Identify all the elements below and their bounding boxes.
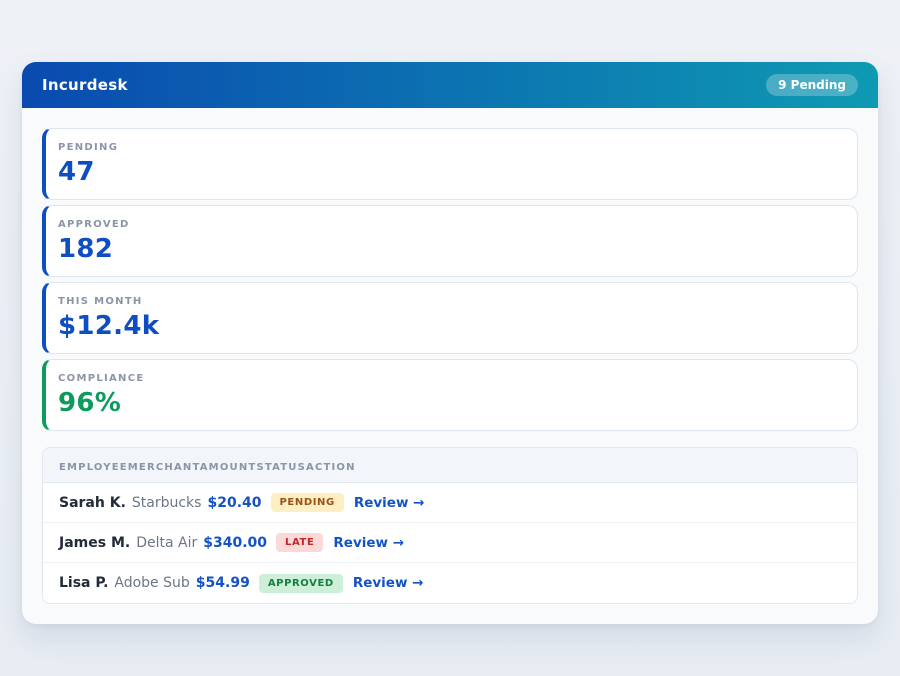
merchant-name: Delta Air: [136, 535, 197, 551]
review-link[interactable]: Review →: [333, 535, 404, 551]
app-window: Incurdesk 9 Pending PENDING 47 APPROVED …: [22, 62, 878, 624]
stat-card-compliance: COMPLIANCE 96%: [42, 359, 858, 431]
status-badge: LATE: [276, 533, 323, 552]
stat-value: 182: [58, 234, 841, 264]
merchant-name: Adobe Sub: [114, 575, 189, 591]
expenses-table-header: EMPLOYEEMERCHANTAMOUNTSTATUSACTION: [43, 448, 857, 483]
merchant-name: Starbucks: [132, 495, 202, 511]
status-badge: PENDING: [271, 493, 344, 512]
stat-card-pending: PENDING 47: [42, 128, 858, 200]
stat-label: THIS MONTH: [58, 296, 841, 307]
expense-amount: $20.40: [207, 495, 261, 511]
review-link[interactable]: Review →: [353, 575, 424, 591]
stat-label: PENDING: [58, 142, 841, 153]
table-row[interactable]: Lisa P. Adobe Sub $54.99 APPROVED Review…: [43, 563, 857, 603]
employee-name: Lisa P.: [59, 575, 108, 591]
table-row[interactable]: Sarah K. Starbucks $20.40 PENDING Review…: [43, 483, 857, 523]
pending-count-badge[interactable]: 9 Pending: [766, 74, 858, 96]
dashboard-body: PENDING 47 APPROVED 182 THIS MONTH $12.4…: [22, 108, 878, 624]
review-link[interactable]: Review →: [354, 495, 425, 511]
stat-label: COMPLIANCE: [58, 373, 841, 384]
app-title: Incurdesk: [42, 76, 128, 94]
stat-label: APPROVED: [58, 219, 841, 230]
stat-value: 47: [58, 157, 841, 187]
expenses-table: EMPLOYEEMERCHANTAMOUNTSTATUSACTION Sarah…: [42, 447, 858, 604]
employee-name: Sarah K.: [59, 495, 126, 511]
column-header-amount: AMOUNT: [200, 462, 257, 473]
column-header-merchant: MERCHANT: [128, 462, 200, 473]
stat-card-this-month: THIS MONTH $12.4k: [42, 282, 858, 354]
column-header-status: STATUS: [256, 462, 306, 473]
expense-amount: $340.00: [203, 535, 267, 551]
column-header-action: ACTION: [306, 462, 356, 473]
stat-value: $12.4k: [58, 311, 841, 341]
employee-name: James M.: [59, 535, 130, 551]
table-row[interactable]: James M. Delta Air $340.00 LATE Review →: [43, 523, 857, 563]
status-badge: APPROVED: [259, 574, 343, 593]
expense-amount: $54.99: [196, 575, 250, 591]
column-header-employee: EMPLOYEE: [59, 462, 128, 473]
stat-card-approved: APPROVED 182: [42, 205, 858, 277]
stat-value: 96%: [58, 388, 841, 418]
app-header: Incurdesk 9 Pending: [22, 62, 878, 108]
